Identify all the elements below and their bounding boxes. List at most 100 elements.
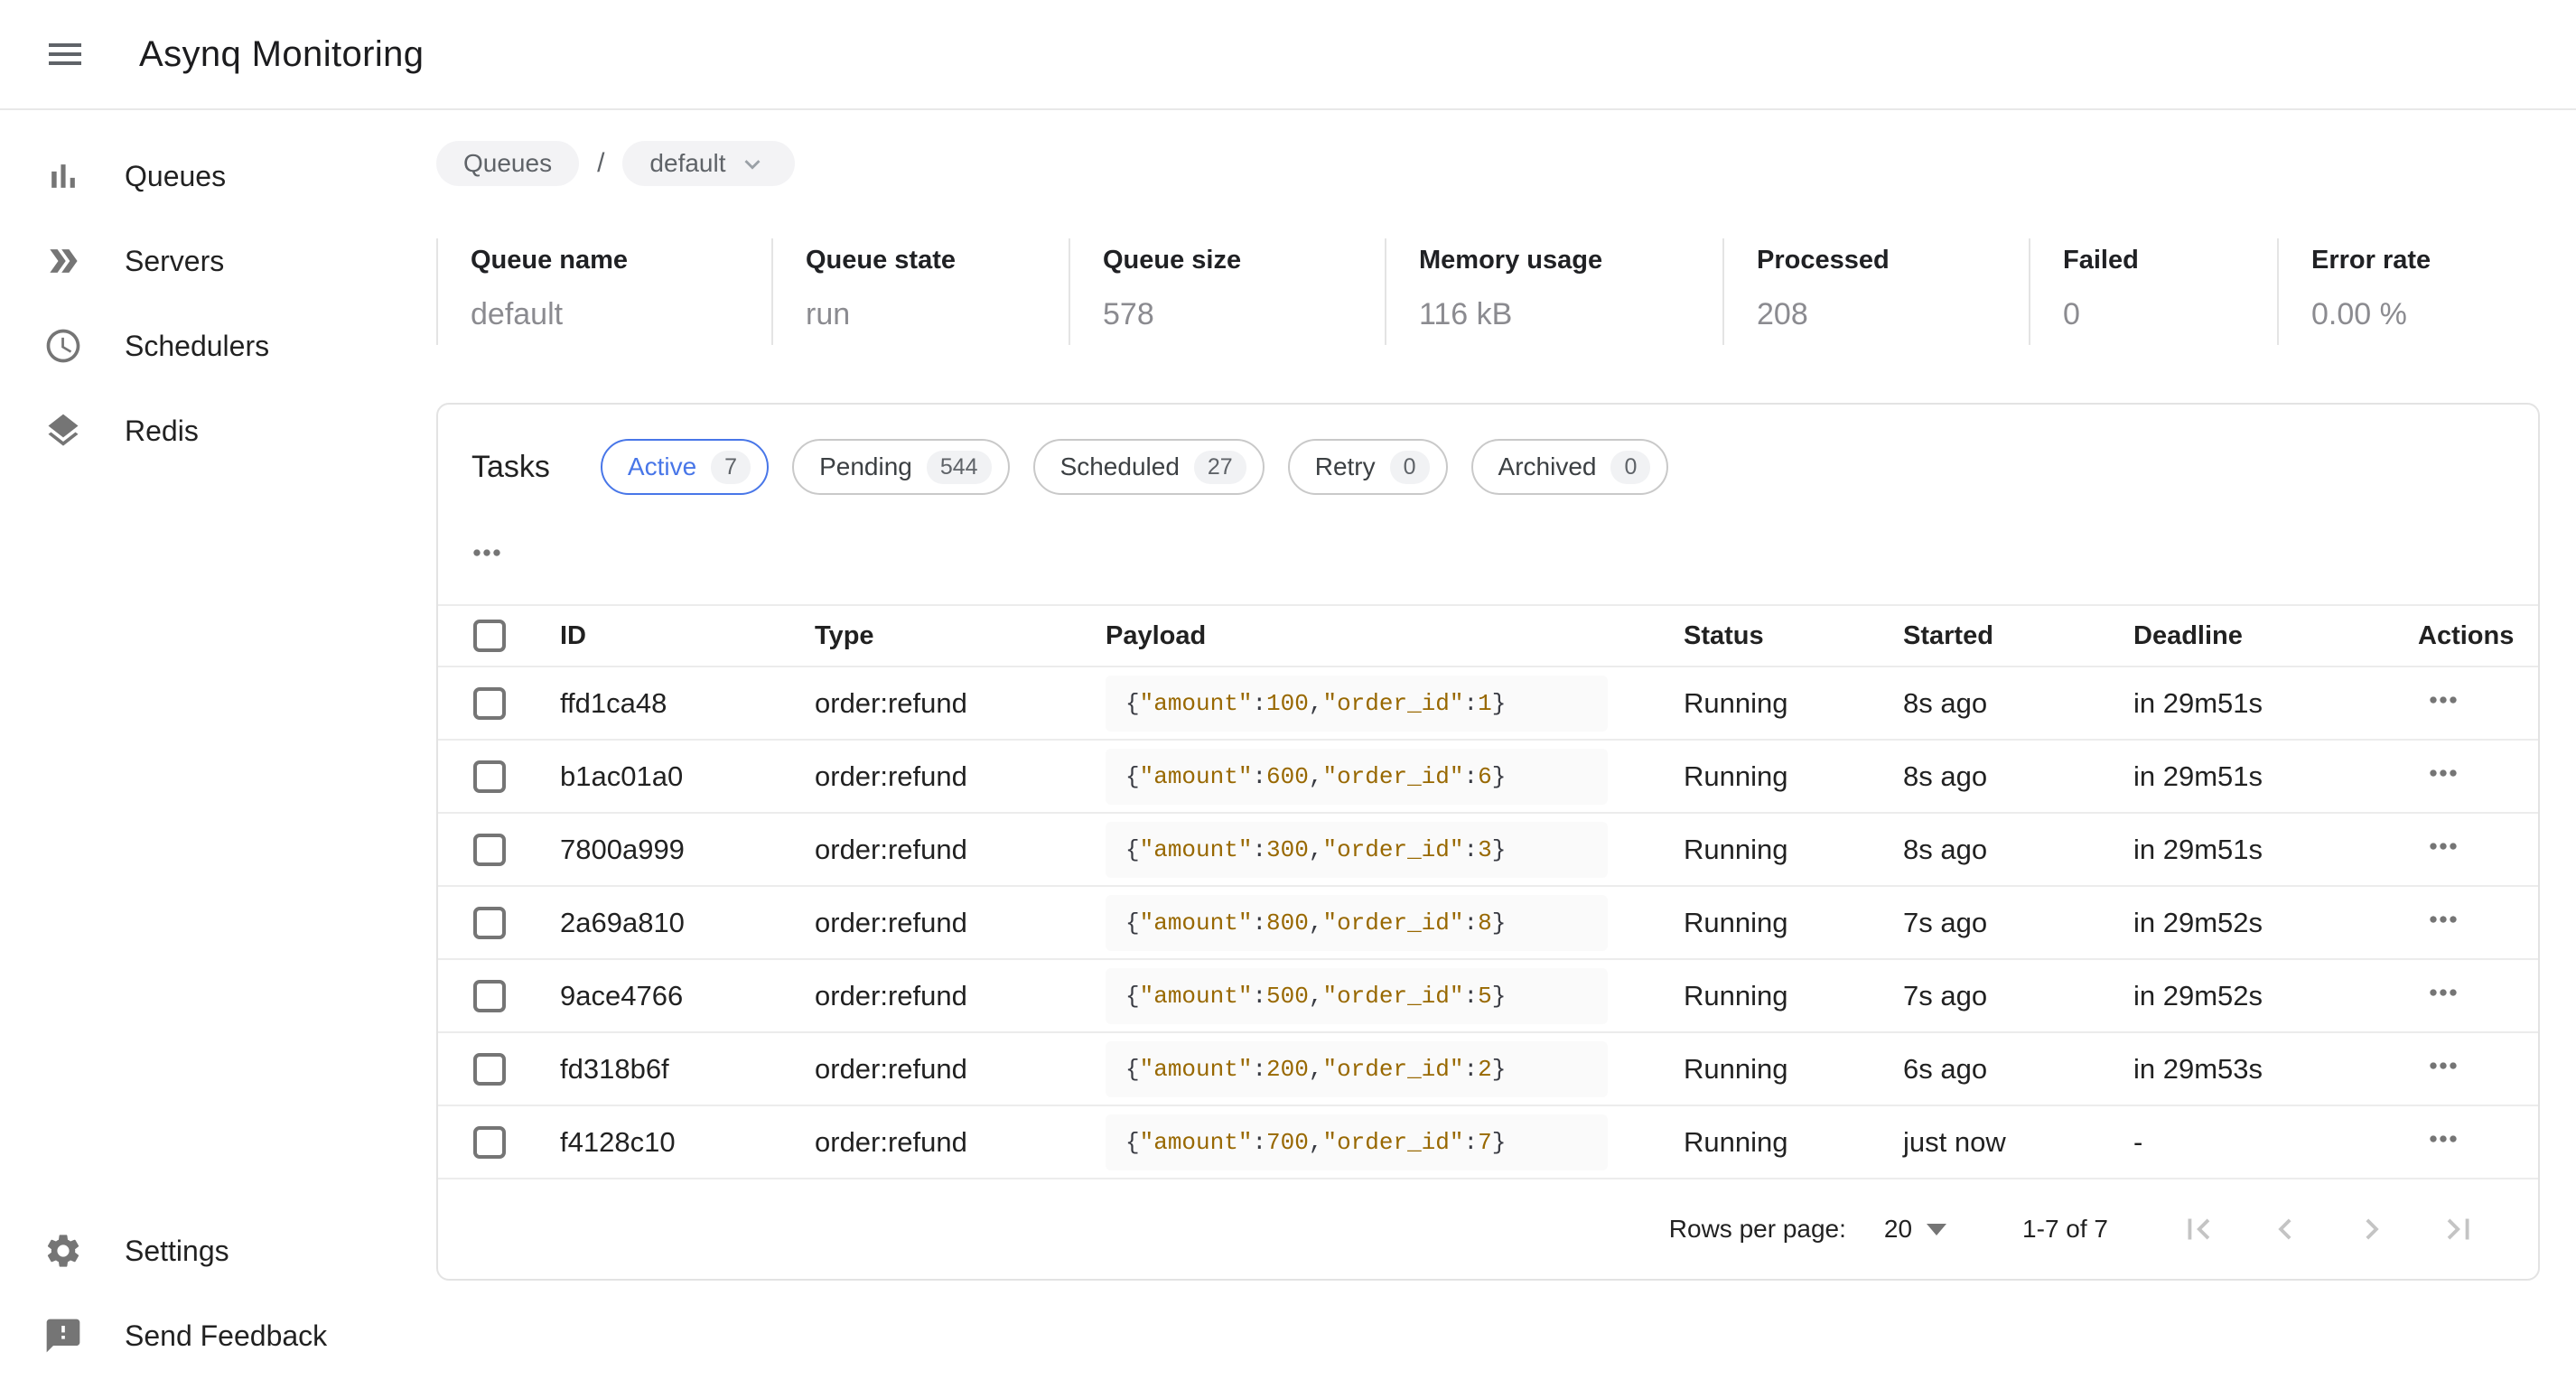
bar-chart-icon	[43, 156, 83, 196]
stat-failed: Failed 0	[2029, 238, 2277, 345]
tasks-table-body: ffd1ca48order:refund{"amount":100,"order…	[438, 667, 2538, 1179]
sidebar-item-servers[interactable]: Servers	[0, 219, 436, 303]
breadcrumb-root-label: Queues	[463, 149, 552, 178]
tab-count-badge: 0	[1390, 451, 1430, 484]
row-actions-more-icon[interactable]	[2418, 753, 2463, 793]
task-status: Running	[1684, 959, 1903, 1032]
row-checkbox[interactable]	[473, 980, 506, 1012]
tab-active[interactable]: Active 7	[601, 439, 769, 495]
sidebar-item-label: Send Feedback	[125, 1319, 327, 1353]
stat-value: 208	[1757, 297, 2020, 332]
sidebar-item-settings[interactable]: Settings	[0, 1208, 436, 1293]
stat-value: 0	[2063, 297, 2268, 332]
task-type: order:refund	[815, 959, 1106, 1032]
task-deadline: in 29m51s	[2133, 667, 2418, 740]
sidebar-item-label: Settings	[125, 1235, 229, 1268]
task-status: Running	[1684, 813, 1903, 886]
breadcrumb: Queues / default	[436, 141, 2576, 186]
task-status: Running	[1684, 886, 1903, 959]
stat-label: Queue size	[1103, 246, 1376, 275]
table-header-row: ID Type Payload Status Started Deadline …	[438, 605, 2538, 667]
stat-label: Error rate	[2311, 246, 2531, 275]
rows-per-page-label: Rows per page:	[1669, 1215, 1846, 1244]
tab-label: Scheduled	[1060, 452, 1180, 481]
sidebar: Queues Servers Schedulers Redis	[0, 110, 436, 1389]
task-id: b1ac01a0	[560, 740, 815, 813]
row-actions-more-icon[interactable]	[2418, 973, 2463, 1012]
row-checkbox[interactable]	[473, 834, 506, 866]
task-type: order:refund	[815, 740, 1106, 813]
task-payload: {"amount":600,"order_id":6}	[1106, 749, 1608, 805]
task-started: 7s ago	[1903, 886, 2133, 959]
tab-scheduled[interactable]: Scheduled 27	[1033, 439, 1265, 495]
queue-stats-bar: Queue name default Queue state run Queue…	[436, 238, 2576, 345]
row-checkbox[interactable]	[473, 1126, 506, 1159]
breadcrumb-current-label: default	[649, 149, 725, 178]
tab-count-badge: 7	[711, 451, 751, 484]
table-row: fd318b6forder:refund{"amount":200,"order…	[438, 1032, 2538, 1105]
table-row: b1ac01a0order:refund{"amount":600,"order…	[438, 740, 2538, 813]
column-header-deadline: Deadline	[2133, 605, 2418, 667]
tab-count-badge: 27	[1194, 451, 1246, 484]
tasks-title: Tasks	[471, 450, 550, 485]
last-page-button[interactable]	[2415, 1208, 2502, 1250]
breadcrumb-queue-select[interactable]: default	[622, 141, 794, 186]
breadcrumb-queues-chip[interactable]: Queues	[436, 141, 579, 186]
task-deadline: in 29m52s	[2133, 959, 2418, 1032]
chevron-down-icon	[737, 149, 768, 180]
main-content: Queues / default Queue name default Queu…	[436, 110, 2576, 1389]
row-checkbox[interactable]	[473, 687, 506, 720]
next-page-button[interactable]	[2329, 1208, 2415, 1250]
tab-pending[interactable]: Pending 544	[792, 439, 1009, 495]
stat-label: Memory usage	[1419, 246, 1713, 275]
column-header-payload: Payload	[1106, 605, 1684, 667]
stat-memory-usage: Memory usage 116 kB	[1385, 238, 1722, 345]
sidebar-item-schedulers[interactable]: Schedulers	[0, 303, 436, 388]
row-checkbox[interactable]	[473, 1053, 506, 1086]
sidebar-item-label: Schedulers	[125, 330, 269, 363]
dropdown-arrow-icon	[1927, 1224, 1946, 1235]
sidebar-item-redis[interactable]: Redis	[0, 388, 436, 473]
row-checkbox[interactable]	[473, 907, 506, 939]
column-header-type: Type	[815, 605, 1106, 667]
task-id: 2a69a810	[560, 886, 815, 959]
tab-label: Archived	[1498, 452, 1597, 481]
task-deadline: in 29m52s	[2133, 886, 2418, 959]
row-checkbox[interactable]	[473, 760, 506, 793]
column-header-status: Status	[1684, 605, 1903, 667]
sidebar-footer: Settings Send Feedback	[0, 1208, 436, 1389]
rows-per-page-select[interactable]: 20	[1884, 1215, 1946, 1244]
tab-label: Pending	[819, 452, 912, 481]
hamburger-menu-icon[interactable]	[43, 33, 87, 76]
row-actions-more-icon[interactable]	[2418, 826, 2463, 866]
tab-archived[interactable]: Archived 0	[1471, 439, 1669, 495]
double-arrow-icon	[43, 241, 83, 281]
task-deadline: in 29m51s	[2133, 813, 2418, 886]
task-started: 7s ago	[1903, 959, 2133, 1032]
row-actions-more-icon[interactable]	[2418, 1046, 2463, 1086]
app-title: Asynq Monitoring	[139, 34, 424, 75]
task-status: Running	[1684, 740, 1903, 813]
task-type: order:refund	[815, 886, 1106, 959]
stat-queue-size: Queue size 578	[1069, 238, 1385, 345]
row-actions-more-icon[interactable]	[2418, 680, 2463, 720]
sidebar-item-send-feedback[interactable]: Send Feedback	[0, 1293, 436, 1378]
tab-retry[interactable]: Retry 0	[1288, 439, 1448, 495]
column-header-started: Started	[1903, 605, 2133, 667]
task-started: 8s ago	[1903, 667, 2133, 740]
clock-icon	[43, 326, 83, 366]
bulk-actions-more-icon[interactable]	[467, 533, 507, 573]
pagination-range: 1-7 of 7	[2022, 1215, 2108, 1244]
previous-page-button[interactable]	[2242, 1208, 2329, 1250]
task-payload: {"amount":700,"order_id":7}	[1106, 1114, 1608, 1170]
first-page-button[interactable]	[2155, 1208, 2242, 1250]
stat-value: 116 kB	[1419, 297, 1713, 332]
tab-label: Retry	[1315, 452, 1376, 481]
select-all-checkbox[interactable]	[473, 620, 506, 652]
tab-label: Active	[628, 452, 696, 481]
task-type: order:refund	[815, 1032, 1106, 1105]
row-actions-more-icon[interactable]	[2418, 900, 2463, 939]
sidebar-item-queues[interactable]: Queues	[0, 134, 436, 219]
stat-queue-state: Queue state run	[771, 238, 1069, 345]
row-actions-more-icon[interactable]	[2418, 1119, 2463, 1159]
